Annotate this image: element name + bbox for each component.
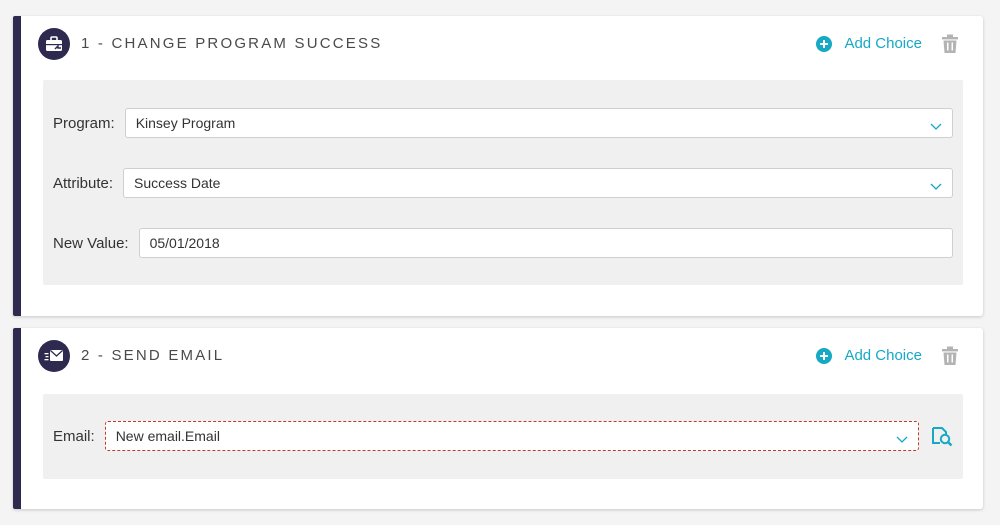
email-select[interactable]: New email.Email [104, 421, 919, 451]
step-fields-panel: Email: New email.Email [43, 394, 963, 479]
trash-icon[interactable] [939, 33, 961, 55]
attribute-row: Attribute: Success Date [53, 168, 953, 198]
add-choice-label: Add Choice [844, 347, 922, 364]
email-row: Email: New email.Email [53, 421, 953, 451]
chevron-down-icon [930, 178, 942, 194]
add-circle-icon [816, 347, 833, 364]
program-row: Program: Kinsey Program [53, 108, 953, 138]
chevron-down-icon [930, 118, 942, 134]
step-fields-panel: Program: Kinsey Program Attribute: Succe… [43, 80, 963, 285]
email-label: Email: [53, 427, 95, 445]
new-value-input[interactable]: 05/01/2018 [138, 228, 953, 258]
new-value-row: New Value: 05/01/2018 [53, 228, 953, 258]
flow-step-card-1: 1 - CHANGE PROGRAM SUCCESS Add Choice Pr… [13, 16, 983, 316]
add-choice-button[interactable]: Add Choice [816, 347, 922, 364]
program-value: Kinsey Program [135, 115, 236, 131]
program-select[interactable]: Kinsey Program [124, 108, 953, 138]
attribute-select[interactable]: Success Date [123, 168, 953, 198]
step-title: 2 - SEND EMAIL [81, 347, 225, 364]
new-value-label: New Value: [53, 234, 129, 252]
add-circle-icon [816, 35, 833, 52]
preview-search-icon[interactable] [931, 425, 953, 447]
program-label: Program: [53, 114, 115, 132]
attribute-value: Success Date [134, 175, 221, 191]
flow-step-card-2: 2 - SEND EMAIL Add Choice Email: New ema… [13, 328, 983, 509]
step-title: 1 - CHANGE PROGRAM SUCCESS [81, 35, 383, 52]
new-value-text: 05/01/2018 [149, 235, 220, 251]
attribute-label: Attribute: [53, 174, 114, 192]
add-choice-button[interactable]: Add Choice [816, 35, 922, 52]
chevron-down-icon [896, 431, 908, 447]
briefcase-icon [38, 28, 70, 60]
email-value: New email.Email [115, 428, 220, 444]
email-send-icon [38, 340, 70, 372]
trash-icon[interactable] [939, 345, 961, 367]
add-choice-label: Add Choice [844, 35, 922, 52]
